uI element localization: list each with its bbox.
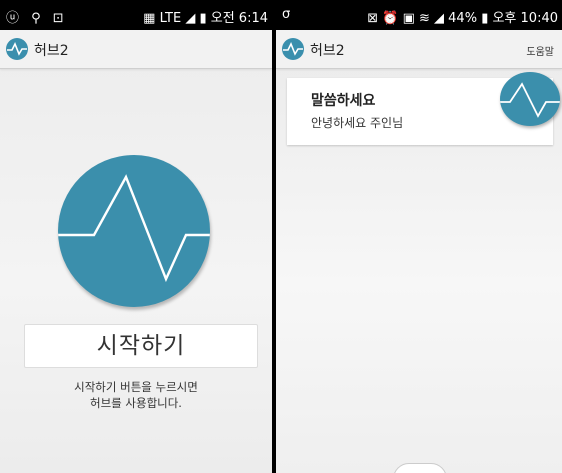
status-bar: ⓤ ⚲ ⊡ ▦ LTE ◢ ▮ 오전 6:14 — [0, 0, 272, 30]
speech-prompt-title: 말씀하세요 — [311, 93, 376, 109]
app-bar: 허브2 도움말 — [276, 30, 562, 69]
app-bar: 허브2 — [0, 30, 272, 69]
app-title: 허브2 — [310, 43, 345, 59]
status-right-info: ⊠ ⏰ ▣ ≋ ◢ 44% ▮ 오후 10:40 — [367, 11, 558, 26]
right-screen: σ ⊠ ⏰ ▣ ≋ ◢ 44% ▮ 오후 10:40 허브2 도움말 말씀하세요… — [276, 0, 562, 473]
status-bar: σ ⊠ ⏰ ▣ ≋ ◢ 44% ▮ 오후 10:40 — [276, 0, 562, 30]
pulse-icon — [282, 38, 304, 60]
help-button[interactable]: 도움말 — [526, 43, 554, 58]
speech-prompt-subtitle: 안녕하세요 주인님 — [311, 116, 404, 130]
hint-line-1: 시작하기 버튼을 누르시면 — [74, 380, 198, 394]
microphone-button[interactable] — [393, 463, 447, 473]
start-button[interactable]: 시작하기 — [24, 324, 258, 368]
app-title: 허브2 — [34, 43, 69, 59]
pulse-icon — [6, 38, 28, 60]
start-hint: 시작하기 버튼을 누르시면 허브를 사용합니다. — [0, 379, 272, 411]
status-left-icons: σ — [282, 7, 295, 22]
floating-pulse-icon[interactable] — [500, 72, 560, 126]
hint-line-2: 허브를 사용합니다. — [90, 396, 182, 410]
hub-logo-pulse-icon — [58, 155, 210, 307]
status-right-info: ▦ LTE ◢ ▮ 오전 6:14 — [143, 11, 268, 26]
left-screen: ⓤ ⚲ ⊡ ▦ LTE ◢ ▮ 오전 6:14 허브2 시작하기 시작하기 버튼… — [0, 0, 272, 473]
status-left-icons: ⓤ ⚲ ⊡ — [6, 11, 68, 26]
